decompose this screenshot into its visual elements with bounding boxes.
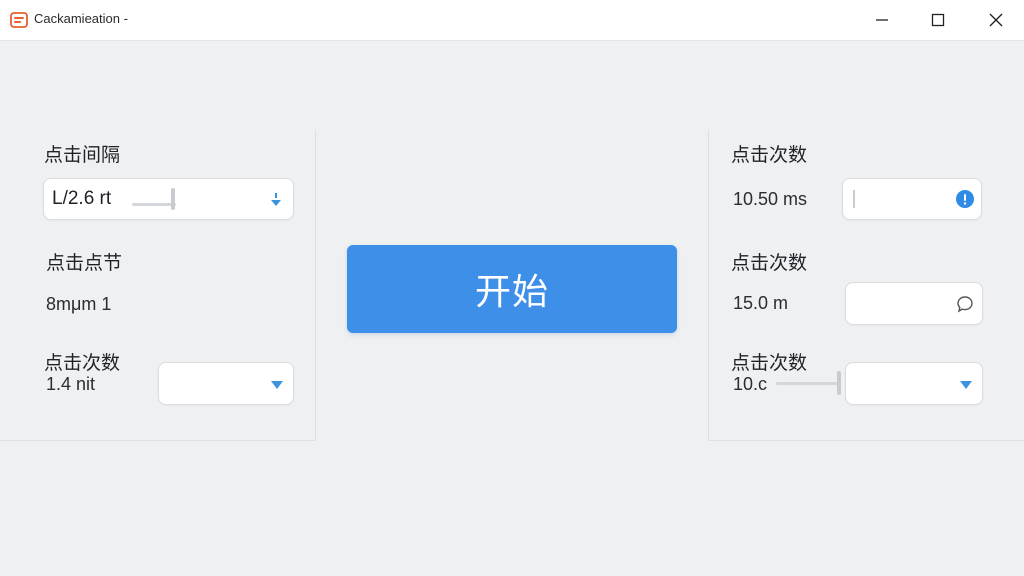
interval-slider-track[interactable] [132, 203, 176, 206]
right-row2-input[interactable] [845, 282, 983, 325]
maximize-button[interactable] [910, 0, 966, 40]
interval-value: L/2.6 rt [52, 188, 112, 209]
right-row2-value: 15.0 m [733, 293, 789, 313]
start-button[interactable]: 开始 [347, 245, 677, 333]
count-label: 点击次数 [44, 352, 121, 374]
maximize-icon [931, 13, 945, 27]
text-cursor [853, 190, 855, 208]
title-bar: Cackamieation - [0, 0, 1024, 41]
right-row3-value: 10.c [733, 374, 768, 394]
interval-slider-handle[interactable] [171, 188, 175, 210]
right-row3-slider-handle[interactable] [837, 371, 841, 395]
right-row3-dropdown[interactable] [845, 362, 983, 405]
chevron-down-icon [960, 381, 972, 389]
chevron-down-icon [271, 381, 283, 389]
right-row1-value: 10.50 ms [733, 189, 808, 209]
right-row2-label: 点击次数 [731, 252, 808, 274]
window-title: Cackamieation - [34, 11, 128, 26]
count-value: 1.4 nit [46, 374, 96, 394]
right-row3-label: 点击次数 [731, 352, 808, 374]
section-2-label: 点击点节 [46, 252, 123, 274]
minimize-button[interactable] [854, 0, 910, 40]
interval-input[interactable]: L/2.6 rt [43, 178, 294, 220]
info-icon[interactable] [956, 190, 974, 208]
close-icon [989, 13, 1003, 27]
close-button[interactable] [968, 0, 1024, 40]
right-row1-label: 点击次数 [731, 144, 808, 166]
app-logo-icon [10, 12, 28, 28]
section-2-value: 8mμm 1 [46, 294, 112, 314]
minimize-icon [876, 19, 888, 21]
right-row1-input[interactable] [842, 178, 982, 220]
interval-label: 点击间隔 [44, 144, 121, 166]
stepper-arrows-icon[interactable] [270, 193, 282, 207]
chat-bubble-icon[interactable] [956, 295, 974, 313]
count-dropdown[interactable] [158, 362, 294, 405]
right-row3-slider-track[interactable] [776, 382, 840, 385]
